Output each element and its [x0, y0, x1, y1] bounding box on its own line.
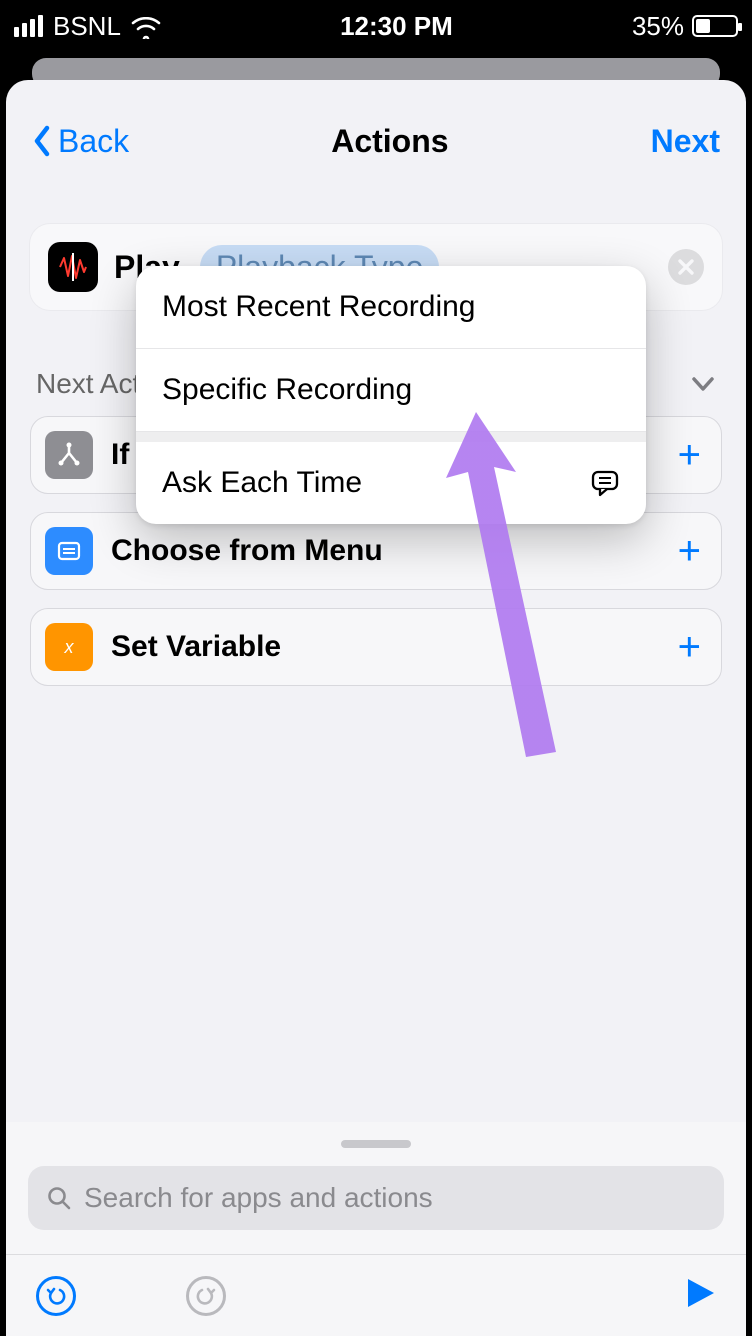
actions-sheet: Back Actions Next Play Playback Type Nex…: [6, 80, 746, 1336]
suggestion-label: Choose from Menu: [111, 534, 660, 568]
branch-icon: [45, 431, 93, 479]
chevron-down-icon: [690, 371, 716, 397]
battery-percent: 35%: [632, 11, 684, 42]
close-icon: [677, 258, 695, 276]
variable-icon: x: [45, 623, 93, 671]
back-button[interactable]: Back: [32, 123, 129, 160]
bottom-toolbar: [6, 1254, 746, 1336]
search-input[interactable]: [84, 1182, 706, 1214]
menu-icon: [45, 527, 93, 575]
popup-option-most-recent[interactable]: Most Recent Recording: [136, 266, 646, 349]
page-title: Actions: [331, 123, 448, 160]
redo-button[interactable]: [186, 1276, 226, 1316]
undo-icon: [45, 1285, 67, 1307]
battery-icon: [692, 15, 738, 37]
play-icon: [684, 1277, 716, 1309]
nav-bar: Back Actions Next: [6, 80, 746, 172]
voice-memos-icon: [48, 242, 98, 292]
add-icon[interactable]: +: [678, 529, 701, 574]
add-icon[interactable]: +: [678, 625, 701, 670]
status-bar: BSNL 12:30 PM 35%: [0, 0, 752, 52]
undo-button[interactable]: [36, 1276, 76, 1316]
popup-separator: [136, 432, 646, 442]
run-button[interactable]: [684, 1277, 716, 1314]
search-icon: [46, 1185, 72, 1211]
search-box[interactable]: [28, 1166, 724, 1230]
svg-text:x: x: [64, 637, 75, 657]
popup-option-label: Most Recent Recording: [162, 290, 475, 324]
suggestion-set-variable[interactable]: x Set Variable +: [30, 608, 722, 686]
clear-action-button[interactable]: [668, 249, 704, 285]
status-time: 12:30 PM: [340, 11, 453, 42]
bottom-panel: [6, 1122, 746, 1336]
popup-option-specific[interactable]: Specific Recording: [136, 349, 646, 432]
back-label: Back: [58, 123, 129, 160]
redo-icon: [195, 1285, 217, 1307]
status-right: 35%: [632, 11, 738, 42]
wifi-icon: [131, 15, 161, 37]
drag-handle[interactable]: [341, 1140, 411, 1148]
popup-option-ask-each-time[interactable]: Ask Each Time: [136, 442, 646, 524]
message-icon: [590, 468, 620, 498]
next-button[interactable]: Next: [651, 123, 720, 160]
chevron-left-icon: [32, 125, 52, 157]
popup-option-label: Ask Each Time: [162, 466, 362, 500]
status-left: BSNL: [14, 11, 161, 42]
add-icon[interactable]: +: [678, 433, 701, 478]
content: Play Playback Type Next Action Suggestio…: [6, 172, 746, 1122]
carrier-label: BSNL: [53, 11, 121, 42]
playback-type-popup: Most Recent Recording Specific Recording…: [136, 266, 646, 524]
signal-icon: [14, 15, 43, 37]
suggestion-label: Set Variable: [111, 630, 660, 664]
popup-option-label: Specific Recording: [162, 373, 412, 407]
